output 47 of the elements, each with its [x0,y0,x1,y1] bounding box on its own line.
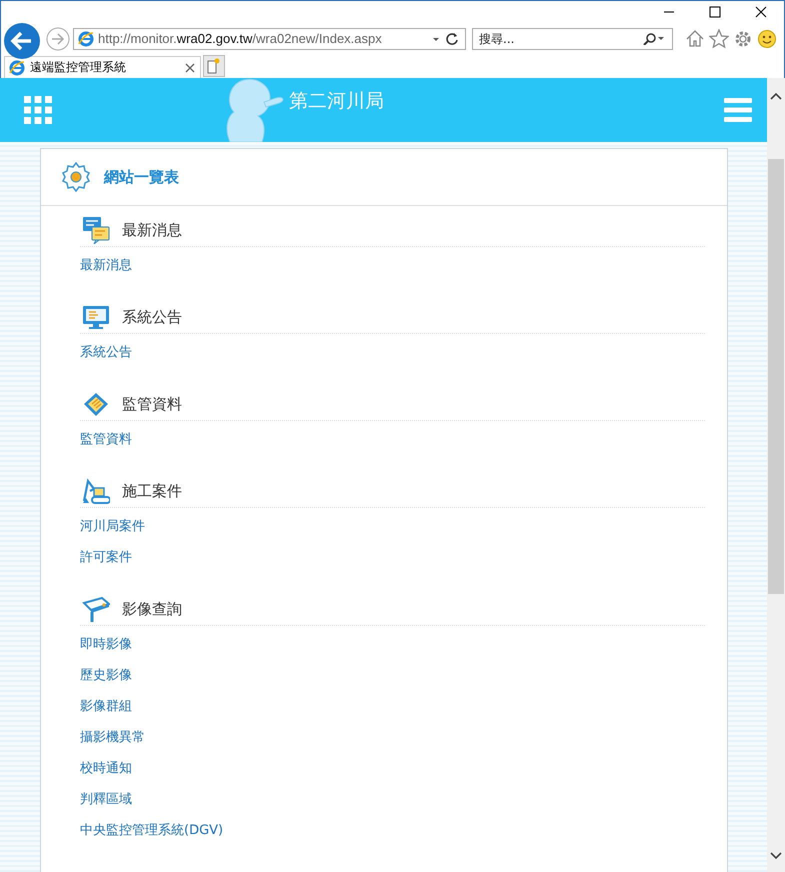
tab-title: 遠端監控管理系統 [30,59,127,76]
star-icon[interactable] [709,28,729,49]
smiley-icon[interactable] [757,28,777,49]
scroll-up-icon[interactable] [770,92,782,100]
card-title: 網站一覽表 [104,168,179,186]
back-button[interactable] [3,22,41,60]
section-title: 施工案件 [122,482,182,500]
menu-link[interactable]: 影像群組 [80,697,132,716]
site-title: 第二河川局 [289,89,384,114]
excavator-icon [82,477,110,505]
browser-logo-icon [78,30,94,47]
scroll-thumb[interactable] [768,159,784,594]
refresh-icon[interactable] [445,32,459,46]
menu-link[interactable]: 系統公告 [80,343,132,362]
menu-link[interactable]: 歷史影像 [80,666,132,685]
settings-icon[interactable] [733,28,753,49]
menu-link[interactable]: 河川局案件 [80,517,145,536]
home-icon[interactable] [685,28,705,49]
id-card-icon [82,390,110,418]
search-icon[interactable] [643,32,665,45]
menu-link[interactable]: 攝影機異常 [80,728,145,747]
menu-link[interactable]: 即時影像 [80,635,132,654]
menu-link[interactable]: 許可案件 [80,548,132,567]
menu-link[interactable]: 最新消息 [80,256,132,275]
menu-link[interactable]: 監管資料 [80,430,132,449]
maximize-icon[interactable] [709,6,721,18]
gear-icon [60,161,92,193]
scroll-down-icon[interactable] [770,852,782,860]
section-title: 系統公告 [122,308,182,326]
close-icon[interactable] [755,6,767,18]
browser-tab[interactable]: 遠端監控管理系統 [4,56,201,78]
menu-link[interactable]: 判釋區域 [80,790,132,809]
browser-logo-icon [9,60,25,76]
section-title: 監管資料 [122,394,182,414]
section-title: 影像查詢 [122,600,182,618]
search-field[interactable]: 搜尋... [472,28,673,50]
menu-link[interactable]: 校時通知 [80,759,132,778]
address-text: http://monitor.wra02.gov.tw/wra02new/Index.aspx [98,31,383,46]
new-tab-icon [207,58,221,74]
chat-icon [82,216,110,244]
monitor-icon [82,303,110,331]
camera-icon [82,595,110,623]
section-title: 最新消息 [122,220,182,240]
new-tab-button[interactable] [203,55,225,77]
scrollbar[interactable] [767,78,785,872]
menu-link[interactable]: 中央監控管理系統(DGV) [80,821,224,840]
address-field[interactable]: http://monitor.wra02.gov.tw/wra02new/Index.aspx [73,28,466,50]
